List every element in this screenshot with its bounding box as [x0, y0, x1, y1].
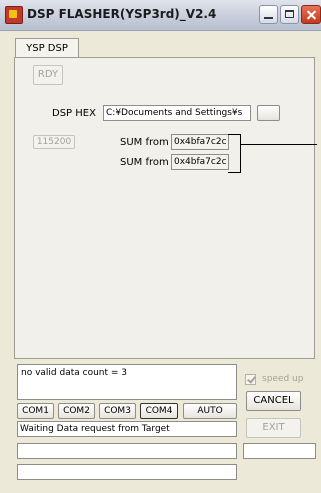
log-field: [17, 464, 237, 480]
tab-panel: [14, 57, 315, 359]
exit-button[interactable]: EXIT: [246, 418, 301, 438]
baud-rate-button[interactable]: 115200: [33, 135, 75, 149]
close-button[interactable]: [301, 5, 321, 24]
app-icon: [5, 6, 23, 24]
sum-value-1: 0x4bfa7c2c: [171, 134, 229, 150]
speed-up-checkbox[interactable]: [245, 374, 256, 385]
waiting-status-box: Waiting Data request from Target: [17, 421, 237, 437]
auto-button[interactable]: AUTO: [183, 403, 237, 419]
com2-button[interactable]: COM2: [58, 403, 95, 419]
sum-pointer-line: [241, 144, 317, 145]
sum-label-2: SUM from: [120, 157, 169, 168]
com1-button[interactable]: COM1: [17, 403, 54, 419]
dsp-hex-path-field[interactable]: C:¥Documents and Settings¥s: [103, 105, 251, 121]
status-message-box: no valid data count = 3: [17, 364, 237, 400]
dsp-hex-label: DSP HEX: [52, 108, 96, 119]
browse-button[interactable]: [257, 105, 280, 121]
com3-button[interactable]: COM3: [99, 403, 136, 419]
progress-field: [17, 443, 237, 459]
speed-up-label: speed up: [262, 374, 304, 384]
maximize-button[interactable]: [280, 5, 299, 24]
cancel-button[interactable]: CANCEL: [246, 391, 301, 411]
window-title: DSP FLASHER(YSP3rd)_V2.4: [27, 7, 217, 21]
sum-label-1: SUM from: [120, 137, 169, 148]
sum-value-2: 0x4bfa7c2c: [171, 154, 229, 170]
info-field: [243, 443, 316, 459]
minimize-button[interactable]: [259, 5, 278, 24]
tab-ysp-dsp[interactable]: YSP DSP: [15, 38, 79, 58]
com4-button[interactable]: COM4: [140, 403, 178, 419]
sum-bracket: [228, 134, 241, 173]
rdy-button[interactable]: RDY: [33, 65, 63, 85]
title-bar: DSP FLASHER(YSP3rd)_V2.4: [0, 0, 321, 31]
